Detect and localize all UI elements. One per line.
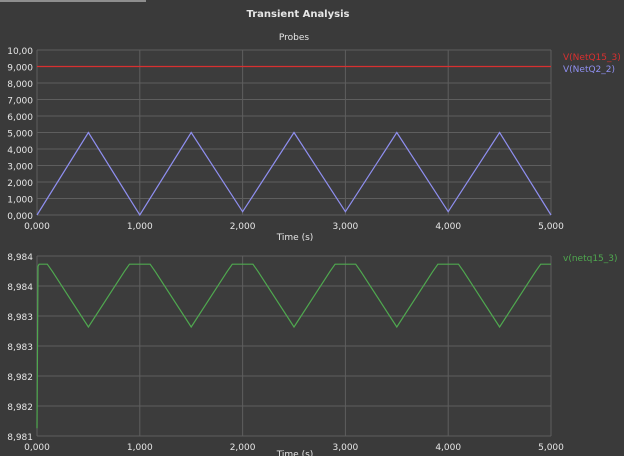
y-tick-label: 8,984 <box>7 283 33 293</box>
y-tick-label: 10,00 <box>7 47 33 57</box>
y-tick-label: 3,000 <box>7 163 33 173</box>
y-tick-label: 8,984 <box>7 253 33 263</box>
y-tick-label: 5,000 <box>7 130 33 140</box>
bottom-plot: 8,981 8,982 8,982 8,983 8,983 8,984 8,984 0,000… <box>7 253 617 456</box>
x-tick-label: 3,000 <box>333 222 359 232</box>
y-tick-label: 4,000 <box>7 146 33 156</box>
y-tick-label: 8,982 <box>7 403 33 413</box>
x-tick-label: 0,000 <box>24 443 50 453</box>
y-tick-label: 7,000 <box>7 97 33 107</box>
transient-analysis-chart: Transient Analysis Probes 0,000 1,000 2,00… <box>7 9 621 456</box>
legend-entry: V(NetQ2_2) <box>563 65 615 75</box>
y-tick-label: 8,983 <box>7 343 33 353</box>
y-tick-label: 8,981 <box>7 433 33 443</box>
probes-subtitle: Probes <box>279 33 310 43</box>
y-tick-label: 1,000 <box>7 196 33 206</box>
legend-entry: v(netq15_3) <box>563 254 618 264</box>
transient-analysis-window: Transient Analysis Probes 0,000 1,000 2,00… <box>0 0 624 456</box>
y-tick-label: 2,000 <box>7 179 33 189</box>
x-axis-label: Time (s) <box>276 233 314 243</box>
x-tick-label: 2,000 <box>230 443 256 453</box>
window-title: Transient Analysis <box>247 9 350 20</box>
x-tick-label: 5,000 <box>538 443 564 453</box>
x-tick-label: 4,000 <box>435 222 461 232</box>
y-tick-label: 8,983 <box>7 313 33 323</box>
x-tick-label: 1,000 <box>127 222 153 232</box>
y-tick-label: 6,000 <box>7 113 33 123</box>
x-tick-label: 5,000 <box>538 222 564 232</box>
x-tick-label: 4,000 <box>435 443 461 453</box>
x-tick-label: 2,000 <box>230 222 256 232</box>
x-tick-label: 0,000 <box>24 222 50 232</box>
x-tick-label: 1,000 <box>127 443 153 453</box>
y-tick-label: 9,000 <box>7 64 33 74</box>
x-tick-label: 3,000 <box>333 443 359 453</box>
legend-entry: V(NetQ15_3) <box>563 53 621 63</box>
x-axis-label: Time (s) <box>276 450 314 456</box>
top-plot: 0,000 1,000 2,000 3,000 4,000 5,000 6,000 7,000… <box>7 47 621 243</box>
y-tick-label: 8,982 <box>7 373 33 383</box>
y-tick-label: 0,000 <box>7 212 33 222</box>
y-tick-label: 8,000 <box>7 80 33 90</box>
